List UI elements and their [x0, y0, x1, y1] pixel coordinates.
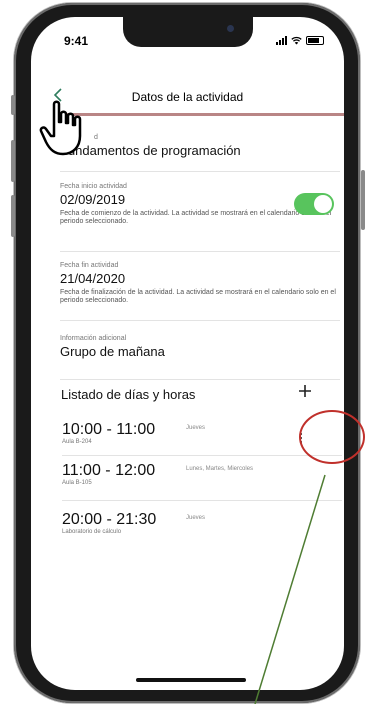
pointer-hand-icon: [39, 100, 82, 156]
